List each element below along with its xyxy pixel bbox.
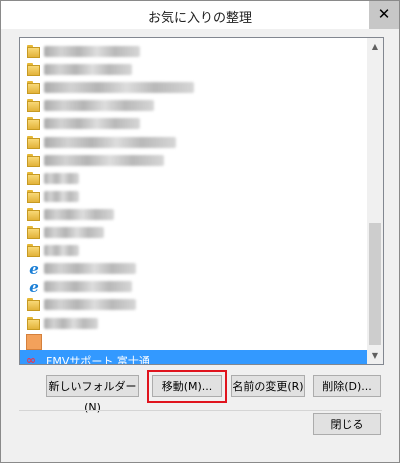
folder-icon: [26, 116, 42, 132]
redacted-item-name: [44, 154, 164, 166]
list-item-label: FMVサポート 富士通: [46, 354, 150, 364]
scroll-down-icon[interactable]: ▼: [367, 347, 383, 364]
list-item[interactable]: ∞ FMVサポート 富士通: [20, 349, 367, 364]
list-item[interactable]: e: [20, 277, 367, 297]
ie-icon: e: [29, 260, 39, 279]
list-item[interactable]: [20, 60, 367, 80]
folder-icon: [26, 44, 42, 60]
list-item[interactable]: [20, 78, 367, 98]
redacted-item-name: [44, 100, 154, 112]
list-item[interactable]: [20, 133, 367, 153]
redacted-item-name: [44, 227, 104, 238]
move-button-highlight: [147, 370, 227, 403]
list-item[interactable]: [20, 114, 367, 134]
redacted-item-name: [44, 208, 114, 220]
list-item[interactable]: [20, 42, 367, 62]
folder-icon: [26, 297, 42, 313]
list-item[interactable]: [20, 295, 367, 315]
folder-icon: [26, 171, 42, 187]
list-item[interactable]: [20, 151, 367, 171]
ie-icon: e: [29, 278, 39, 297]
list-item[interactable]: [20, 169, 367, 189]
folder-icon: [26, 153, 42, 169]
folder-icon: [26, 189, 42, 205]
redacted-item-name: [44, 46, 140, 57]
folder-icon: [26, 225, 42, 241]
redacted-item-name: [44, 172, 79, 184]
redacted-item-name: [44, 317, 98, 329]
dialog-body: e e ∞ FMVサポート 富士通 ▲ ▼ 新しいフォルダー(N) 移動(M)... …: [1, 29, 399, 462]
redacted-item-name: [44, 118, 140, 130]
folder-icon: [26, 135, 42, 151]
close-window-button[interactable]: ✕: [369, 1, 399, 29]
new-folder-button[interactable]: 新しいフォルダー(N): [46, 375, 139, 414]
list-item[interactable]: [20, 314, 367, 334]
divider: [19, 410, 382, 411]
folder-icon: [26, 80, 42, 96]
scroll-up-icon[interactable]: ▲: [367, 38, 383, 55]
redacted-item-name: [44, 64, 132, 76]
delete-button[interactable]: 削除(D)...: [313, 375, 381, 397]
favorites-list[interactable]: e e ∞ FMVサポート 富士通 ▲ ▼: [19, 37, 384, 365]
organize-favorites-dialog: お気に入りの整理 ✕ e e ∞ FMVサポート 富士通 ▲ ▼ 新しいフォルダー(N…: [0, 0, 400, 463]
favorites-list-items: e e ∞ FMVサポート 富士通: [20, 38, 367, 364]
folder-icon: [26, 316, 42, 332]
list-item[interactable]: [20, 187, 367, 207]
redacted-item-name: [44, 136, 176, 148]
redacted-item-name: [44, 281, 132, 293]
redacted-item-name: [44, 190, 79, 202]
list-item[interactable]: e: [20, 259, 367, 279]
vertical-scrollbar[interactable]: ▲ ▼: [367, 38, 383, 364]
folder-icon: [26, 243, 42, 259]
folder-icon: [26, 98, 42, 114]
redacted-item-name: [44, 245, 79, 257]
redacted-item-name: [44, 82, 194, 94]
folder-icon: [26, 207, 42, 223]
rename-button[interactable]: 名前の変更(R): [231, 375, 305, 397]
window-title: お気に入りの整理: [147, 11, 252, 26]
tile-icon: [26, 333, 42, 350]
list-item[interactable]: [20, 223, 367, 243]
list-item[interactable]: [20, 96, 367, 116]
folder-icon: [26, 62, 42, 78]
redacted-item-name: [44, 263, 136, 275]
list-item[interactable]: [20, 205, 367, 225]
fmv-icon: ∞: [26, 352, 36, 364]
close-button[interactable]: 閉じる: [313, 413, 381, 435]
list-item[interactable]: [20, 241, 367, 261]
title-bar[interactable]: お気に入りの整理 ✕: [1, 1, 399, 29]
list-item[interactable]: [20, 332, 367, 352]
redacted-item-name: [44, 299, 136, 311]
scroll-thumb[interactable]: [369, 223, 381, 345]
